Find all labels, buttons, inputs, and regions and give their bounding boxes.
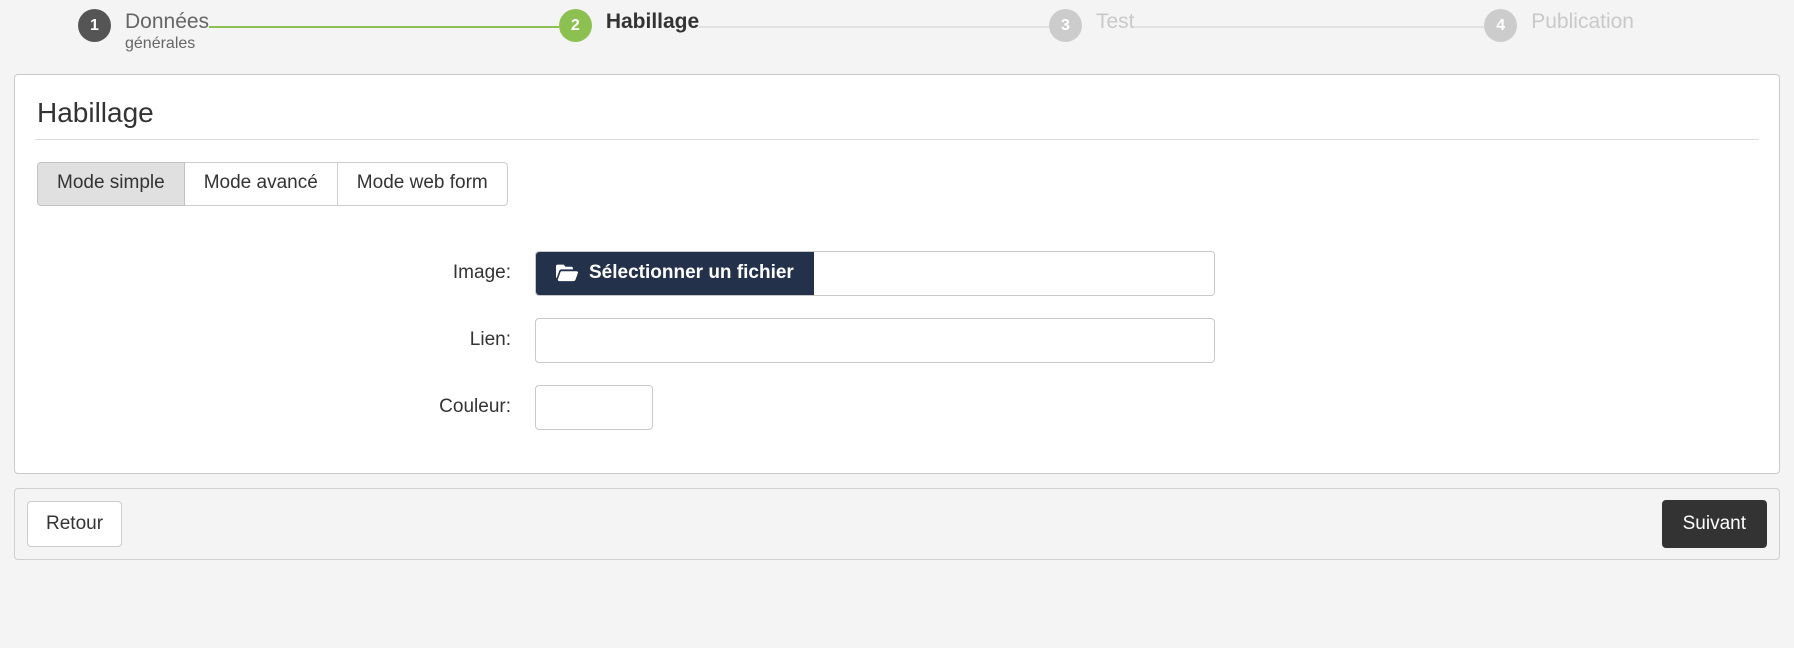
link-control	[535, 318, 1215, 363]
step-2-text: Habillage	[606, 0, 699, 34]
color-input[interactable]	[535, 385, 653, 430]
tab-mode-avance[interactable]: Mode avancé	[185, 162, 338, 206]
step-1-subtitle: générales	[125, 35, 209, 53]
page-title: Habillage	[35, 97, 1759, 129]
select-file-button-label: Sélectionner un fichier	[589, 262, 794, 284]
step-3-text: Test	[1096, 0, 1135, 34]
mode-tabs: Mode simple Mode avancé Mode web form	[37, 162, 508, 206]
step-1-number: 1	[78, 9, 111, 42]
habillage-card: Habillage Mode simple Mode avancé Mode w…	[14, 74, 1780, 474]
step-connector-3-4	[1134, 26, 1484, 28]
color-control	[535, 385, 653, 430]
wizard-step-1[interactable]: 1 Données générales	[78, 0, 209, 54]
step-2-title: Habillage	[606, 10, 699, 34]
select-file-button[interactable]: Sélectionner un fichier	[536, 252, 814, 295]
step-connector-1-2	[209, 26, 559, 28]
wizard-step-4[interactable]: 4 Publication	[1484, 0, 1634, 42]
next-button[interactable]: Suivant	[1662, 500, 1767, 548]
step-1-text: Données générales	[125, 0, 209, 54]
link-label: Lien:	[35, 329, 535, 351]
tab-mode-web-form[interactable]: Mode web form	[338, 162, 508, 206]
image-control: Sélectionner un fichier	[535, 251, 1215, 296]
folder-open-icon	[556, 264, 578, 282]
back-button[interactable]: Retour	[27, 501, 122, 547]
color-label: Couleur:	[35, 396, 535, 418]
image-label: Image:	[35, 262, 535, 284]
form-row-image: Image: Sélectionner un fichier	[35, 251, 1759, 296]
wizard-step-2[interactable]: 2 Habillage	[559, 0, 699, 42]
step-3-number: 3	[1049, 9, 1082, 42]
wizard-stepper: 1 Données générales 2 Habillage 3 Test 4…	[0, 0, 1794, 62]
step-connector-2-3	[699, 26, 1049, 28]
habillage-form: Image: Sélectionner un fichier	[35, 251, 1759, 430]
step-3-title: Test	[1096, 10, 1135, 34]
form-row-color: Couleur:	[35, 385, 1759, 430]
title-divider	[35, 139, 1759, 140]
file-name-input[interactable]	[814, 252, 1214, 295]
step-4-number: 4	[1484, 9, 1517, 42]
file-input-group: Sélectionner un fichier	[535, 251, 1215, 296]
link-input[interactable]	[535, 318, 1215, 363]
step-2-number: 2	[559, 9, 592, 42]
wizard-footer: Retour Suivant	[14, 488, 1780, 560]
step-1-title: Données	[125, 10, 209, 34]
step-4-title: Publication	[1531, 10, 1634, 34]
step-4-text: Publication	[1531, 0, 1634, 34]
wizard-step-3[interactable]: 3 Test	[1049, 0, 1135, 42]
tab-mode-simple[interactable]: Mode simple	[37, 162, 185, 206]
form-row-link: Lien:	[35, 318, 1759, 363]
